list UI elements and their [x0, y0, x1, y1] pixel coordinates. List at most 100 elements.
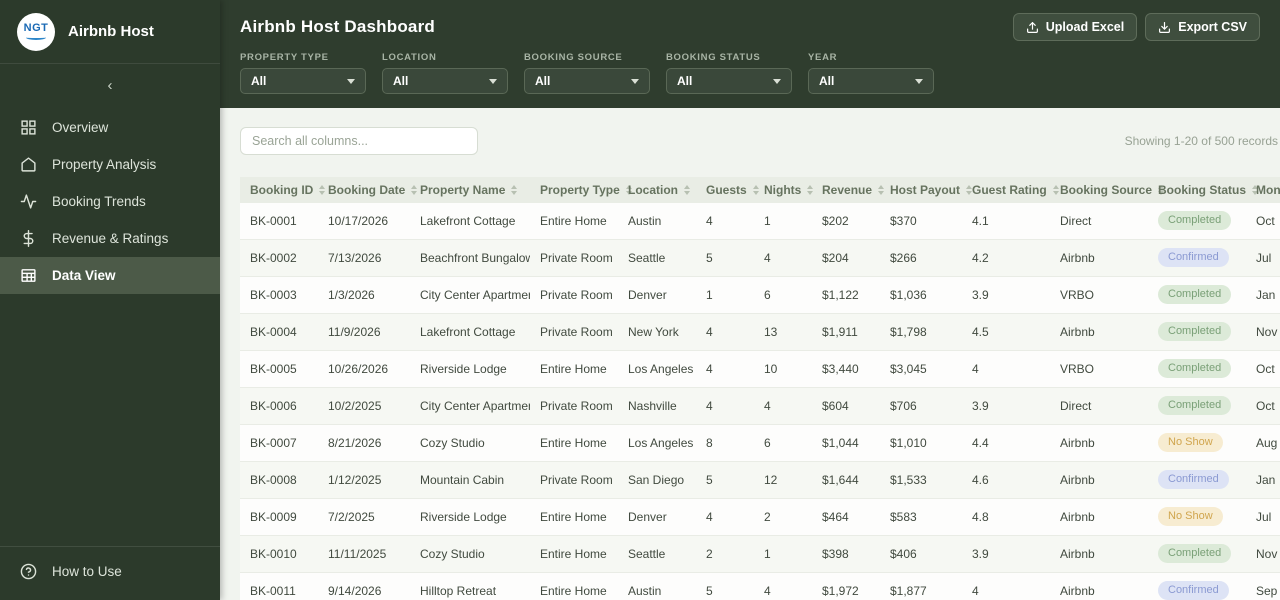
- cell-booking_source: Airbnb: [1050, 313, 1148, 351]
- cell-guest_rating: 4.5: [962, 313, 1050, 351]
- sidebar-item-overview[interactable]: Overview: [0, 109, 220, 146]
- table-row[interactable]: BK-0005 10/26/2026 Riverside Lodge Entire H…: [240, 350, 1280, 388]
- sort-icon: [319, 185, 326, 195]
- table-row[interactable]: BK-0007 8/21/2026 Cozy Studio Entire Home Lo…: [240, 424, 1280, 462]
- column-header-host_payout[interactable]: Host Payout: [880, 177, 973, 203]
- cell-host_payout: $1,010: [880, 424, 962, 462]
- cell-guest_rating: 4.1: [962, 203, 1050, 240]
- sidebar-menu: Overview Property Analysis Booking Trend…: [0, 109, 220, 294]
- column-header-nights[interactable]: Nights: [754, 177, 814, 203]
- cell-booking_source: Direct: [1050, 203, 1148, 240]
- sidebar-item-how-to-use[interactable]: How to Use: [0, 553, 220, 590]
- table-row[interactable]: BK-0010 11/11/2025 Cozy Studio Entire Home S…: [240, 535, 1280, 573]
- cell-revenue: $1,911: [812, 313, 880, 351]
- sidebar-item-property-analysis[interactable]: Property Analysis: [0, 146, 220, 183]
- sidebar-collapse-button[interactable]: ‹: [0, 64, 220, 97]
- cell-revenue: $204: [812, 239, 880, 277]
- cell-revenue: $3,440: [812, 350, 880, 388]
- cell-booking_date: 8/21/2026: [318, 424, 410, 462]
- cell-booking_source: Direct: [1050, 387, 1148, 425]
- table-row[interactable]: BK-0009 7/2/2025 Riverside Lodge Entire Hom…: [240, 498, 1280, 536]
- column-label: Guest Rating: [972, 183, 1047, 197]
- cell-booking_status: Completed: [1148, 350, 1246, 388]
- cell-property_name: City Center Apartment: [410, 387, 530, 425]
- column-header-location[interactable]: Location: [618, 177, 696, 203]
- cell-booking_source: VRBO: [1050, 276, 1148, 314]
- table-row[interactable]: BK-0002 7/13/2026 Beachfront Bungalow Priva…: [240, 239, 1280, 277]
- table-row[interactable]: BK-0003 1/3/2026 City Center Apartment Priv…: [240, 276, 1280, 314]
- sidebar-item-data-view[interactable]: Data View: [0, 257, 220, 294]
- content-area: Showing 1-20 of 500 records Booking IDBo…: [220, 108, 1280, 600]
- cell-month: Jul: [1246, 239, 1280, 277]
- page-title: Airbnb Host Dashboard: [240, 17, 435, 36]
- cell-booking_source: Airbnb: [1050, 572, 1148, 600]
- cell-host_payout: $1,877: [880, 572, 962, 600]
- cell-location: San Diego: [618, 461, 696, 499]
- cell-host_payout: $3,045: [880, 350, 962, 388]
- status-badge: Confirmed: [1158, 470, 1229, 489]
- filter-booking-source: BOOKING SOURCE All: [524, 52, 650, 94]
- select-value: All: [535, 74, 551, 88]
- column-header-property_type[interactable]: Property Type: [530, 177, 632, 203]
- column-header-guest_rating[interactable]: Guest Rating: [962, 177, 1059, 203]
- location-select[interactable]: All: [382, 68, 508, 94]
- column-label: Location: [628, 183, 678, 197]
- cell-host_payout: $1,798: [880, 313, 962, 351]
- filter-label: BOOKING STATUS: [666, 52, 761, 63]
- upload-icon: [1026, 21, 1039, 34]
- sidebar-footer-label: How to Use: [52, 564, 122, 579]
- table-row[interactable]: BK-0008 1/12/2025 Mountain Cabin Private Ro…: [240, 461, 1280, 499]
- cell-property_type: Entire Home: [530, 535, 618, 573]
- brand-logo-text: NGT: [23, 22, 49, 34]
- cell-property_type: Private Room: [530, 239, 618, 277]
- booking-source-select[interactable]: All: [524, 68, 650, 94]
- select-value: All: [819, 74, 835, 88]
- column-label: Property Type: [540, 183, 620, 197]
- table-row[interactable]: BK-0006 10/2/2025 City Center Apartment Pri…: [240, 387, 1280, 425]
- filter-location: LOCATION All: [382, 52, 508, 94]
- column-header-booking_source[interactable]: Booking Source: [1050, 177, 1165, 203]
- cell-property_name: City Center Apartment: [410, 276, 530, 314]
- cell-property_name: Lakefront Cottage: [410, 203, 530, 240]
- upload-excel-button[interactable]: Upload Excel: [1012, 13, 1138, 41]
- table-row[interactable]: BK-0011 9/14/2026 Hilltop Retreat Entire Ho…: [240, 572, 1280, 600]
- cell-property_type: Private Room: [530, 461, 618, 499]
- search-input[interactable]: [240, 127, 478, 155]
- sort-icon: [511, 185, 518, 195]
- sidebar-item-label: Revenue & Ratings: [52, 231, 169, 246]
- cell-booking_id: BK-0010: [240, 535, 318, 573]
- booking-status-select[interactable]: All: [666, 68, 792, 94]
- property-type-select[interactable]: All: [240, 68, 366, 94]
- year-select[interactable]: All: [808, 68, 934, 94]
- cell-guests: 5: [696, 572, 754, 600]
- column-header-booking_date[interactable]: Booking Date: [318, 177, 418, 203]
- sidebar-item-booking-trends[interactable]: Booking Trends: [0, 183, 220, 220]
- cell-guests: 4: [696, 350, 754, 388]
- cell-booking_status: Confirmed: [1148, 461, 1246, 499]
- sort-icon: [807, 185, 814, 195]
- cell-booking_source: Airbnb: [1050, 239, 1148, 277]
- cell-booking_status: Completed: [1148, 535, 1246, 573]
- cell-booking_date: 11/9/2026: [318, 313, 410, 351]
- column-header-booking_id[interactable]: Booking ID: [240, 177, 326, 203]
- column-label: Property Name: [420, 183, 506, 197]
- table-row[interactable]: BK-0001 10/17/2026 Lakefront Cottage Entire…: [240, 203, 1280, 240]
- select-value: All: [677, 74, 693, 88]
- chevron-down-icon: [489, 78, 497, 84]
- download-icon: [1158, 21, 1171, 34]
- sidebar-item-label: Property Analysis: [52, 157, 157, 172]
- cell-guest_rating: 4.2: [962, 239, 1050, 277]
- cell-booking_id: BK-0006: [240, 387, 318, 425]
- column-header-guests[interactable]: Guests: [696, 177, 759, 203]
- cell-nights: 1: [754, 535, 812, 573]
- export-csv-button[interactable]: Export CSV: [1145, 13, 1260, 41]
- cell-booking_status: Completed: [1148, 276, 1246, 314]
- brand-logo: NGT: [17, 12, 55, 51]
- column-header-booking_status[interactable]: Booking Status: [1148, 177, 1259, 203]
- column-header-property_name[interactable]: Property Name: [410, 177, 530, 203]
- table-row[interactable]: BK-0004 11/9/2026 Lakefront Cottage Private…: [240, 313, 1280, 351]
- column-header-revenue[interactable]: Revenue: [812, 177, 885, 203]
- data-table: Booking ID Booking Date Property Name Prope…: [240, 177, 1280, 600]
- cell-guests: 1: [696, 276, 754, 314]
- sidebar-item-revenue-ratings[interactable]: Revenue & Ratings: [0, 220, 220, 257]
